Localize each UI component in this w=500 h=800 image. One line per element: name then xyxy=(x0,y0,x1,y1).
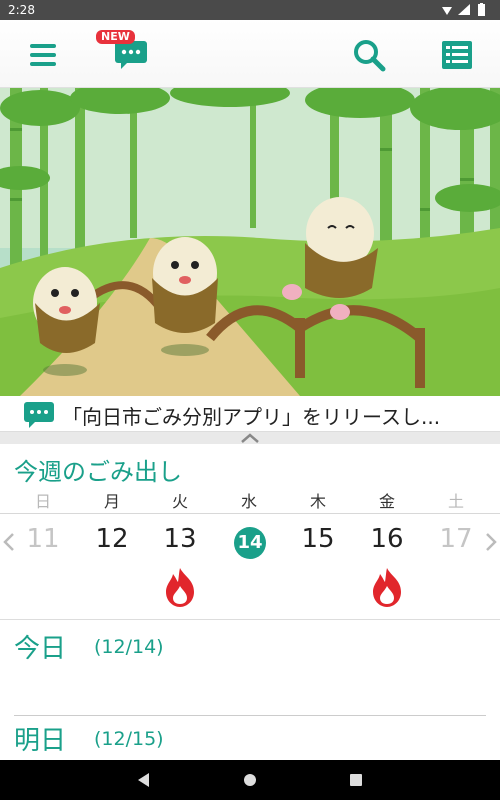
row-divider xyxy=(14,715,486,716)
weekday-tue: 火 xyxy=(171,492,188,511)
burnable-trash-fire-icon-fri xyxy=(373,568,401,607)
search-button[interactable] xyxy=(346,32,392,78)
list-icon xyxy=(442,41,472,69)
day-detail-panel: 今日 (12/14) 明日 (12/15) xyxy=(0,619,500,760)
tomorrow-row[interactable]: 明日 (12/15) xyxy=(14,720,164,757)
date-cell-today[interactable]: 14 xyxy=(234,527,266,559)
wifi-icon xyxy=(442,7,452,15)
news-ticker[interactable]: 「向日市ごみ分別アプリ」をリリースし... xyxy=(0,396,500,432)
recents-icon[interactable] xyxy=(346,770,366,790)
weekday-sun: 日 xyxy=(34,492,51,511)
list-view-button[interactable] xyxy=(434,32,480,78)
hero-banner[interactable] xyxy=(0,88,500,396)
system-nav-bar xyxy=(0,760,500,800)
chevron-left-icon[interactable] xyxy=(0,532,18,552)
hamburger-menu-icon xyxy=(30,44,56,66)
bamboo-forest-illustration xyxy=(0,88,500,396)
chevron-right-icon[interactable] xyxy=(482,532,500,552)
status-time: 2:28 xyxy=(8,3,35,17)
home-icon[interactable] xyxy=(240,770,260,790)
menu-button[interactable] xyxy=(20,32,66,78)
chevron-up-icon xyxy=(241,433,259,443)
weekday-wed: 水 xyxy=(240,492,257,511)
collapse-handle[interactable] xyxy=(0,432,500,444)
signal-icon xyxy=(458,4,470,15)
date-row: 11 12 13 14 15 16 17 xyxy=(0,514,500,618)
chat-bubble-icon xyxy=(24,402,54,428)
new-badge: NEW xyxy=(96,30,135,44)
status-bar: 2:28 xyxy=(0,0,500,20)
weekday-thu: 木 xyxy=(309,492,326,511)
weekday-sat: 土 xyxy=(447,492,464,511)
back-icon[interactable] xyxy=(134,770,154,790)
battery-icon xyxy=(478,4,485,16)
tomorrow-date: (12/15) xyxy=(94,728,164,750)
weekday-mon: 月 xyxy=(103,492,120,511)
date-cell-fri[interactable]: 16 xyxy=(362,524,412,554)
date-cell-thu[interactable]: 15 xyxy=(293,524,343,554)
date-cell-sun[interactable]: 11 xyxy=(18,524,68,554)
today-label: 今日 xyxy=(14,634,67,664)
week-title: 今週のごみ出し xyxy=(14,458,182,486)
today-date: (12/14) xyxy=(94,636,164,658)
status-icons xyxy=(442,3,485,16)
date-cell-mon[interactable]: 12 xyxy=(87,524,137,554)
date-cell-tue[interactable]: 13 xyxy=(155,524,205,554)
weekday-header: 日 月 火 水 木 金 土 xyxy=(0,488,500,512)
ticker-text: 「向日市ごみ分別アプリ」をリリースし... xyxy=(62,405,441,429)
weekday-fri: 金 xyxy=(378,492,395,511)
today-row[interactable]: 今日 (12/14) xyxy=(14,628,164,665)
app-bar: NEW xyxy=(0,20,500,88)
date-cell-sat[interactable]: 17 xyxy=(431,524,481,554)
search-icon xyxy=(354,40,386,72)
tomorrow-label: 明日 xyxy=(14,726,67,756)
burnable-trash-fire-icon-tue xyxy=(166,568,194,607)
